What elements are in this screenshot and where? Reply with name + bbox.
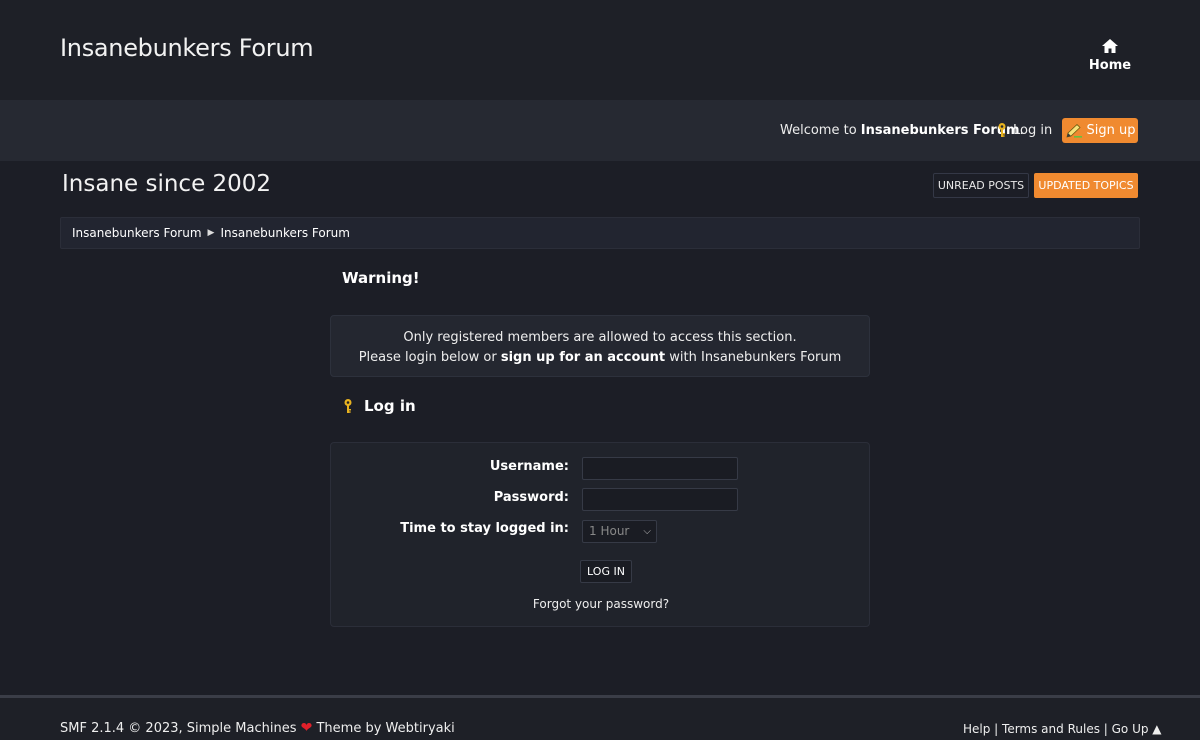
forgot-password-link[interactable]: Forgot your password? — [331, 597, 871, 611]
login-form: Username: Password: Time to stay logged … — [330, 442, 870, 627]
login-link[interactable]: Log in — [996, 122, 1052, 138]
pencil-icon — [1065, 123, 1082, 138]
signup-account-link[interactable]: sign up for an account — [501, 350, 665, 365]
breadcrumb-item-current[interactable]: Insanebunkers Forum — [220, 226, 350, 240]
stay-logged-value: 1 Hour — [589, 524, 630, 538]
footer-credits-prefix[interactable]: SMF 2.1.4 © 2023, Simple Machines — [60, 721, 301, 736]
footer-credits: SMF 2.1.4 © 2023, Simple Machines ❤ Them… — [60, 720, 455, 736]
warning-line-2: Please login below or sign up for an acc… — [331, 348, 869, 368]
warning-title: Warning! — [342, 269, 420, 287]
password-input[interactable] — [582, 488, 738, 511]
updated-topics-button[interactable]: UPDATED TOPICS — [1034, 173, 1138, 198]
chevron-down-icon: ⌵ — [643, 526, 651, 537]
signup-label: Sign up — [1086, 123, 1136, 138]
login-link-label: Log in — [1013, 122, 1053, 138]
home-icon — [1102, 39, 1118, 53]
footer-credits-suffix[interactable]: Theme by Webtiryaki — [312, 721, 454, 736]
stay-logged-label: Time to stay logged in: — [400, 521, 569, 536]
forum-title[interactable]: Insanebunkers Forum — [60, 34, 314, 62]
signup-button[interactable]: Sign up — [1062, 118, 1138, 143]
breadcrumb-separator: ▶ — [207, 228, 215, 238]
welcome-prefix: Welcome to — [780, 123, 861, 138]
warning-line-2-suffix: with Insanebunkers Forum — [665, 350, 842, 365]
login-submit-button[interactable]: LOG IN — [580, 560, 632, 583]
key-icon — [998, 123, 1006, 137]
footer-help-link[interactable]: Help — [963, 722, 990, 736]
home-label: Home — [1088, 58, 1132, 73]
heart-icon: ❤ — [300, 720, 313, 736]
warning-line-2-prefix: Please login below or — [358, 350, 501, 365]
unread-posts-button[interactable]: UNREAD POSTS — [933, 173, 1029, 198]
welcome-text: Welcome to Insanebunkers Forum. — [780, 123, 1024, 138]
breadcrumb: Insanebunkers Forum ▶ Insanebunkers Foru… — [60, 217, 1140, 249]
username-label: Username: — [489, 459, 569, 474]
footer-terms-link[interactable]: Terms and Rules — [1002, 722, 1100, 736]
login-title-label: Log in — [364, 397, 416, 415]
username-input[interactable] — [582, 457, 738, 480]
warning-box: Only registered members are allowed to a… — [330, 315, 870, 377]
key-icon — [344, 399, 352, 413]
footer-divider-2: | — [1099, 722, 1112, 736]
footer-go-up-link[interactable]: Go Up ▲ — [1112, 722, 1162, 736]
forum-tagline: Insane since 2002 — [62, 171, 272, 197]
breadcrumb-item-forum[interactable]: Insanebunkers Forum — [72, 226, 202, 240]
login-section-title: Log in — [342, 397, 416, 415]
password-label: Password: — [493, 490, 569, 505]
home-button[interactable]: Home — [1086, 38, 1134, 73]
footer-divider-1: | — [990, 722, 1003, 736]
stay-logged-select[interactable]: 1 Hour ⌵ — [582, 520, 657, 543]
footer-links: Help | Terms and Rules | Go Up ▲ — [963, 722, 1162, 736]
warning-line-1: Only registered members are allowed to a… — [403, 330, 797, 345]
